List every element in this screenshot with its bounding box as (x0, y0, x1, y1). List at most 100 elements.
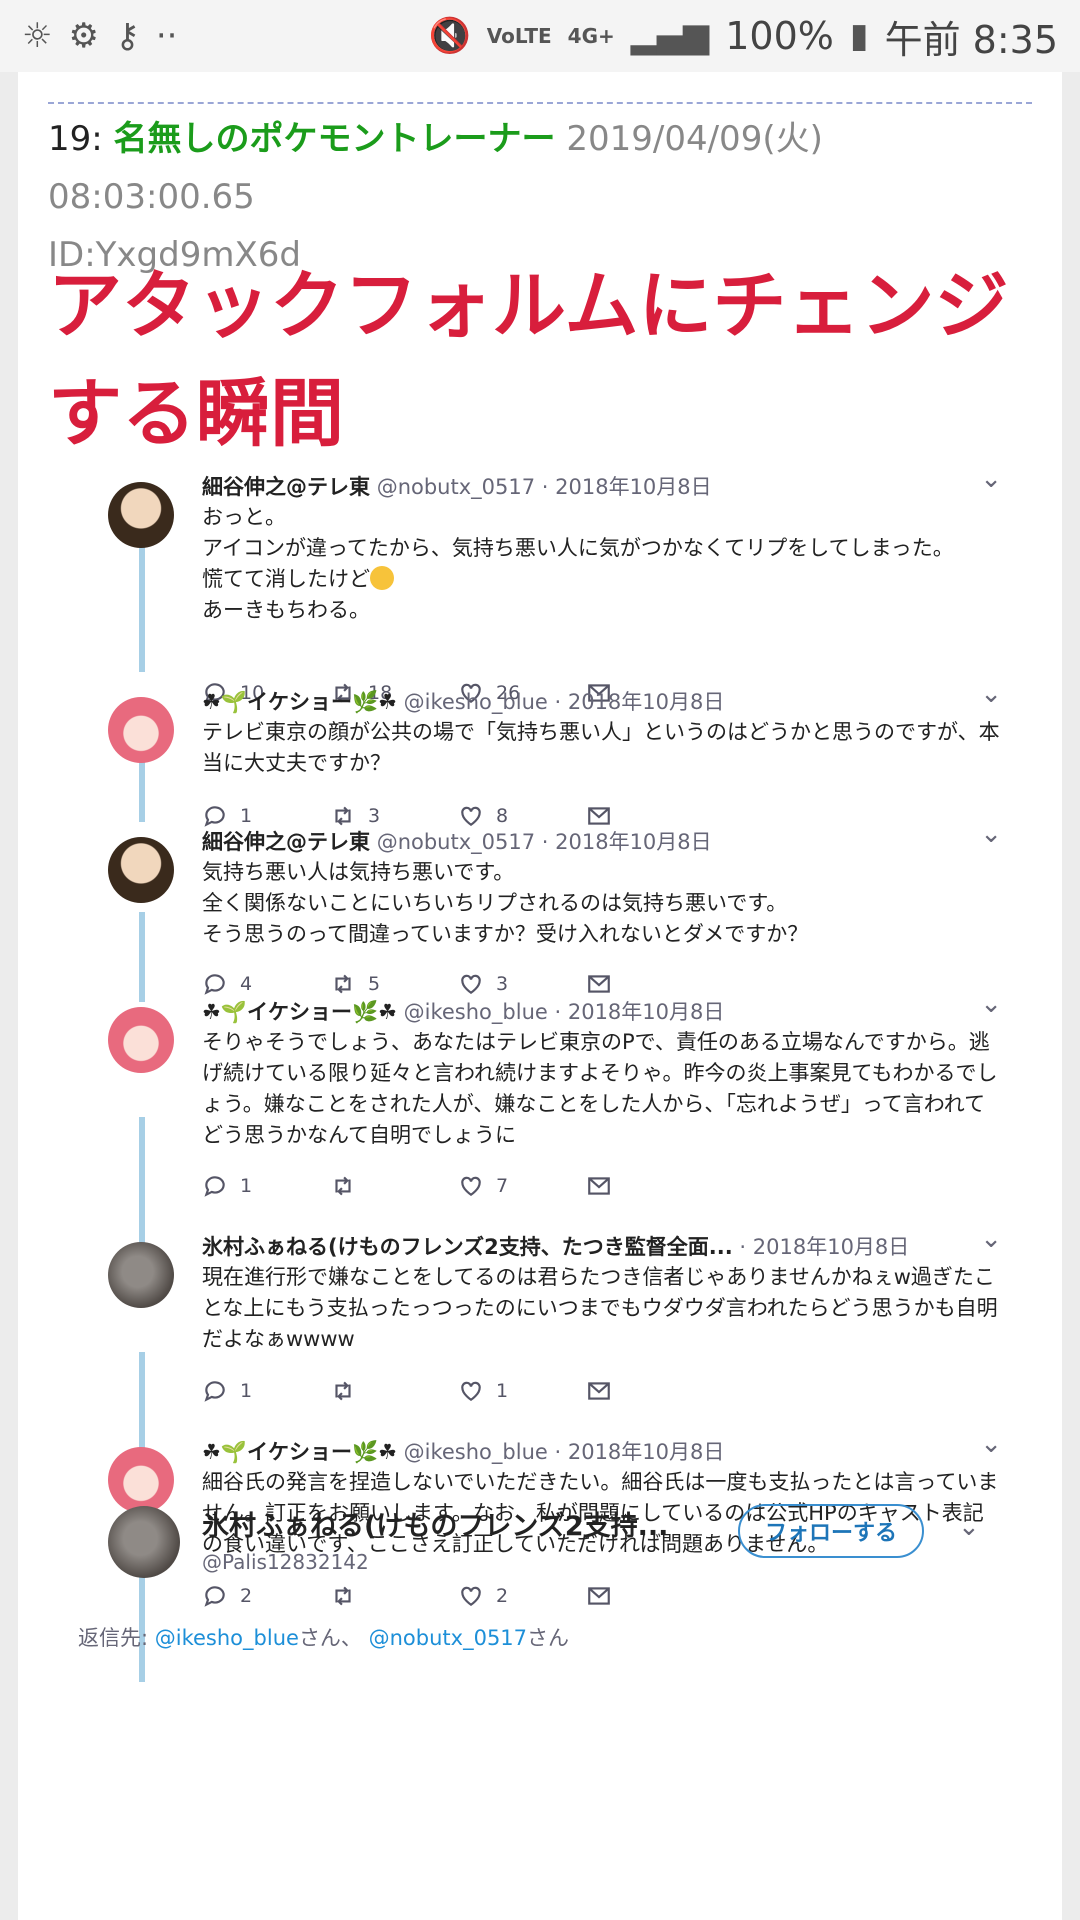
retweet-count: 5 (368, 973, 381, 995)
retweet-icon (335, 1586, 351, 1606)
like-icon (461, 806, 481, 826)
follow-button[interactable]: フォローする (738, 1504, 924, 1558)
caret-down-icon[interactable]: ⌄ (980, 989, 1002, 1019)
caret-down-icon[interactable]: ⌄ (980, 679, 1002, 709)
reply-count: 1 (240, 1380, 253, 1402)
reply-button[interactable]: 1 (202, 1378, 330, 1404)
dm-icon (588, 975, 610, 993)
avatar[interactable] (108, 1007, 174, 1073)
tweet-text-part: あーきもちわる。 (202, 598, 370, 622)
tweet-author-name[interactable]: ☘🌱イケショー🌿☘ (202, 690, 397, 714)
tweet-author-name[interactable]: 氷村ふぁねる(けものフレンズ2支持、たつき監督全面... (202, 1235, 733, 1259)
tweet-handle[interactable]: @ikesho_blue (404, 1440, 548, 1464)
tweet-actions: 1 1 (202, 1378, 714, 1404)
caret-down-icon[interactable]: ⌄ (980, 1224, 1002, 1254)
tweet-header: ☘🌱イケショー🌿☘ @ikesho_blue · 2018年10月8日 ⌄ (202, 679, 1002, 717)
tweet-header: 細谷伸之@テレ東 @nobutx_0517 · 2018年10月8日 ⌄ (202, 819, 1002, 857)
battery-icon: ▮ (849, 16, 869, 56)
retweet-button[interactable] (330, 1173, 458, 1199)
avatar[interactable] (108, 1447, 174, 1513)
tweet-text: そりゃそうでしょう、あなたはテレビ東京のPで、責任のある立場なんですから。逃げ続… (202, 1030, 998, 1147)
mention-link[interactable]: @nobutx_0517 (369, 1626, 527, 1650)
tweet-date[interactable]: · 2018年10月8日 (555, 1440, 725, 1464)
tweet-handle[interactable]: @nobutx_0517 (377, 475, 535, 499)
thread-line (139, 912, 145, 1002)
tweet-author-name[interactable]: ☘🌱イケショー🌿☘ (202, 1440, 397, 1464)
caret-down-icon[interactable]: ⌄ (980, 464, 1002, 494)
like-button[interactable]: 7 (458, 1173, 586, 1199)
dm-button[interactable] (586, 1173, 714, 1199)
reply-button[interactable]: 1 (202, 1173, 330, 1199)
dm-button[interactable] (586, 803, 714, 829)
avatar[interactable] (108, 837, 174, 903)
dm-button[interactable] (586, 971, 714, 997)
avatar[interactable] (108, 1242, 174, 1308)
tweet-text: 気持ち悪い人は気持ち悪いです。 全く関係ないことにいちいちリプされるのは気持ち悪… (202, 860, 809, 946)
like-count: 7 (496, 1175, 509, 1197)
like-count: 1 (496, 1380, 509, 1402)
post-colon: : (91, 119, 103, 159)
reply-count: 4 (240, 973, 253, 995)
reply-icon (204, 974, 225, 995)
tweet-date[interactable]: · 2018年10月8日 (739, 1235, 909, 1259)
retweet-button[interactable] (330, 1583, 458, 1609)
like-count: 2 (496, 1585, 509, 1607)
more-notifications: ·· (155, 16, 178, 56)
tweet-actions: 1 3 8 (202, 803, 714, 829)
avatar[interactable] (108, 482, 174, 548)
mute-icon: 🔇 (428, 16, 471, 56)
retweet-button[interactable]: 3 (330, 803, 458, 829)
like-button[interactable]: 3 (458, 971, 586, 997)
like-button[interactable]: 8 (458, 803, 586, 829)
clock: 午前 8:35 (884, 17, 1058, 62)
reply-count: 1 (240, 805, 253, 827)
retweet-button[interactable]: 5 (330, 971, 458, 997)
reply-button[interactable]: 1 (202, 803, 330, 829)
tweet-text: 現在進行形で嫌なことをしてるのは君らたつき信者じゃありませんかねぇw過ぎたことな… (202, 1265, 998, 1351)
avatar[interactable] (108, 1506, 180, 1578)
thread-line (139, 762, 145, 822)
tweet-handle[interactable]: @nobutx_0517 (377, 830, 535, 854)
caret-down-icon[interactable]: ⌄ (958, 1512, 980, 1542)
tweet-author-name[interactable]: 氷村ふぁねる(けものフレンズ2支持... (202, 1504, 668, 1543)
settings-icon: ⚙ (68, 16, 99, 56)
avatar[interactable] (108, 697, 174, 763)
tweet-author-name[interactable]: 細谷伸之@テレ東 (202, 475, 370, 499)
like-button[interactable]: 1 (458, 1378, 586, 1404)
tweet-author-name[interactable]: ☘🌱イケショー🌿☘ (202, 1000, 397, 1024)
tweet-handle[interactable]: @ikesho_blue (404, 1000, 548, 1024)
reply-icon (204, 1586, 225, 1607)
like-icon (461, 1176, 481, 1196)
tweet-date[interactable]: · 2018年10月8日 (555, 1000, 725, 1024)
tweet-header: 細谷伸之@テレ東 @nobutx_0517 · 2018年10月8日 ⌄ (202, 464, 1002, 502)
reply-count: 2 (240, 1585, 253, 1607)
signal-icon: ▂▄▆ (630, 16, 710, 56)
key-icon: ⚷ (114, 16, 140, 56)
like-icon (461, 1381, 481, 1401)
reply-icon (204, 1381, 225, 1402)
dm-button[interactable] (586, 1583, 714, 1609)
mention-link[interactable]: @ikesho_blue (155, 1626, 299, 1650)
dm-icon (588, 1177, 610, 1195)
tweet-date[interactable]: · 2018年10月8日 (542, 830, 712, 854)
tweet-author-name[interactable]: 細谷伸之@テレ東 (202, 830, 370, 854)
reply-button[interactable]: 2 (202, 1583, 330, 1609)
dm-button[interactable] (586, 1378, 714, 1404)
tweet-handle[interactable]: @ikesho_blue (404, 690, 548, 714)
tweet-handle[interactable]: @Palis12832142 (202, 1550, 369, 1574)
tweet-date[interactable]: · 2018年10月8日 (542, 475, 712, 499)
retweet-button[interactable] (330, 1378, 458, 1404)
reply-button[interactable]: 4 (202, 971, 330, 997)
tweet-date[interactable]: · 2018年10月8日 (555, 690, 725, 714)
tweet-actions: 4 5 3 (202, 971, 714, 997)
caret-down-icon[interactable]: ⌄ (980, 819, 1002, 849)
tongue-emoji-icon (370, 566, 394, 590)
mention-suffix: さん、 (298, 1626, 362, 1650)
post-number[interactable]: 19 (48, 119, 91, 159)
reply-icon (204, 806, 225, 827)
poster-name[interactable]: 名無しのポケモントレーナー (114, 119, 556, 159)
dm-icon (588, 1587, 610, 1605)
caret-down-icon[interactable]: ⌄ (980, 1429, 1002, 1459)
like-button[interactable]: 2 (458, 1583, 586, 1609)
status-right: 🔇 VoLTE 4G+ ▂▄▆ 100% ▮ 午前 8:35 (428, 9, 1058, 64)
